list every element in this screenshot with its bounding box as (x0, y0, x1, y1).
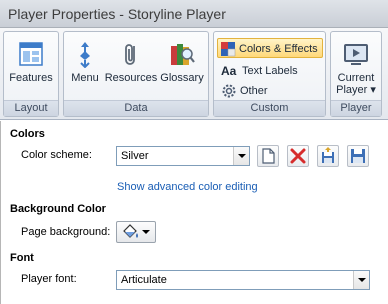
menu-button[interactable]: Menu (67, 34, 103, 98)
text-icon: Aa (221, 64, 237, 79)
ribbon-group-label-layout: Layout (4, 100, 58, 116)
chevron-down-icon (353, 271, 369, 289)
ribbon-group-player: Current Player ▾ Player (330, 31, 382, 117)
menu-icon (71, 40, 99, 69)
ribbon-group-custom: Colors & Effects Aa Text Labels Other Cus… (213, 31, 326, 117)
new-document-icon (262, 148, 275, 164)
features-label: Features (9, 72, 53, 84)
player-font-label: Player font: (21, 273, 77, 285)
glossary-button[interactable]: Glossary (158, 34, 206, 98)
colors-effects-button[interactable]: Colors & Effects (217, 38, 323, 58)
ribbon-group-label-data: Data (64, 100, 208, 116)
ribbon-group-layout: Features Layout (3, 31, 59, 117)
paint-bucket-icon (123, 224, 138, 238)
save-as-icon (322, 147, 334, 163)
color-scheme-value: Silver (121, 150, 149, 162)
resources-label: Resources (104, 72, 158, 84)
features-icon (17, 40, 45, 68)
new-scheme-button[interactable] (257, 145, 279, 167)
player-font-select[interactable]: Articulate (116, 270, 370, 290)
scheme-actions (257, 145, 377, 169)
ribbon-group-label-custom: Custom (214, 100, 325, 116)
delete-icon (290, 148, 306, 164)
color-scheme-label: Color scheme: (21, 149, 92, 161)
page-background-label: Page background: (21, 226, 111, 238)
advanced-color-editing-link[interactable]: Show advanced color editing (117, 181, 258, 193)
gear-icon (221, 83, 237, 99)
other-button[interactable]: Other (219, 81, 268, 101)
other-label: Other (240, 85, 268, 97)
delete-scheme-button[interactable] (287, 145, 309, 167)
colors-section-title: Colors (10, 128, 45, 140)
ribbon-group-data: Menu Resources Glossary Data (63, 31, 209, 117)
current-player-button[interactable]: Current Player ▾ (332, 34, 380, 98)
text-labels-button[interactable]: Aa Text Labels (219, 61, 298, 81)
features-button[interactable]: Features (6, 34, 56, 98)
current-player-label-line1: Current (337, 72, 375, 84)
ribbon: Features Layout Menu Resources Glossary … (0, 28, 388, 120)
menu-label: Menu (71, 72, 99, 84)
current-player-label-line2: Player ▾ (336, 84, 376, 96)
color-scheme-select[interactable]: Silver (116, 146, 250, 166)
chevron-down-icon (142, 230, 150, 234)
properties-panel: Colors Color scheme: Silver Show advance… (0, 121, 388, 304)
window-title: Player Properties - Storyline Player (0, 0, 388, 28)
save-as-scheme-button[interactable] (317, 145, 339, 167)
glossary-icon (168, 40, 196, 68)
font-section-title: Font (10, 252, 34, 264)
text-labels-label: Text Labels (242, 65, 298, 77)
paperclip-icon (117, 40, 145, 68)
ribbon-group-label-player: Player (331, 100, 381, 116)
resources-button[interactable]: Resources (104, 34, 158, 98)
colors-effects-label: Colors & Effects (239, 43, 318, 55)
page-background-picker[interactable] (116, 221, 156, 243)
palette-icon (220, 41, 236, 57)
chevron-down-icon (233, 147, 249, 165)
save-scheme-button[interactable] (347, 145, 369, 167)
save-icon (351, 149, 365, 163)
glossary-label: Glossary (160, 72, 204, 84)
player-font-value: Articulate (121, 274, 167, 286)
player-icon (342, 40, 370, 68)
background-section-title: Background Color (10, 203, 106, 215)
